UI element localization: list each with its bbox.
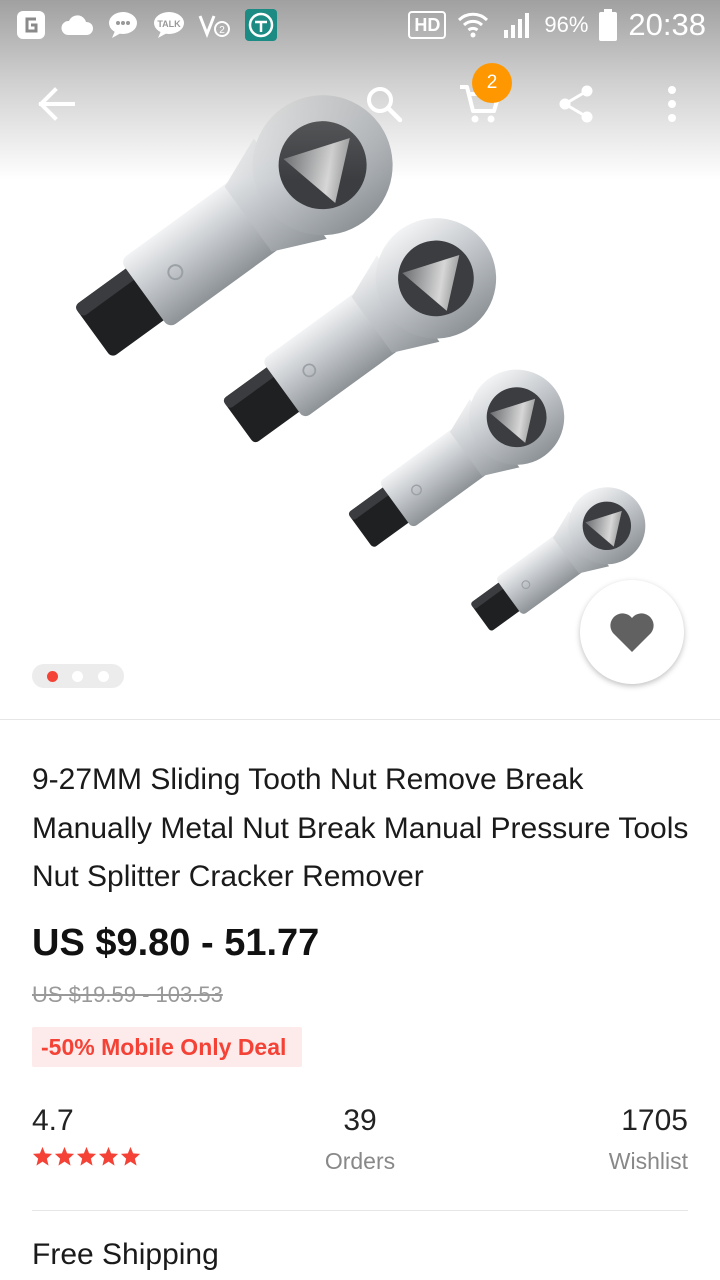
- battery-percent: 96%: [544, 12, 589, 37]
- hd-badge: HD: [408, 11, 447, 39]
- status-bar: TALK 2 HD 96% 20:38: [0, 0, 720, 50]
- share-icon: [559, 85, 593, 123]
- carousel-dot[interactable]: [97, 670, 109, 682]
- orders-count: 39: [343, 1104, 377, 1137]
- cart-count-badge: 2: [472, 63, 512, 103]
- arrow-left-icon: [38, 87, 75, 121]
- more-vert-icon: [668, 86, 676, 122]
- search-button[interactable]: [356, 76, 412, 132]
- heart-icon: [610, 613, 654, 652]
- wifi-icon: [456, 10, 490, 40]
- carousel-dot[interactable]: [47, 670, 59, 682]
- signal-icon: [500, 10, 534, 40]
- wishlist-block[interactable]: 1705 Wishlist: [609, 1104, 688, 1175]
- cloud-icon: [60, 10, 94, 40]
- notification-icons: TALK 2: [14, 9, 278, 41]
- battery-icon: [598, 9, 618, 41]
- action-bar: [0, 62, 720, 146]
- shipping-label[interactable]: Free Shipping: [32, 1238, 219, 1272]
- app-icon: [244, 9, 278, 41]
- product-title: 9-27MM Sliding Tooth Nut Remove Break Ma…: [32, 763, 689, 893]
- carousel-dot[interactable]: [72, 670, 84, 682]
- volte-icon: 2: [198, 10, 232, 40]
- talk-icon: TALK: [152, 10, 186, 40]
- divider: [32, 1210, 688, 1211]
- product-price: US $9.80 - 51.77: [32, 922, 320, 964]
- back-button[interactable]: [28, 76, 84, 132]
- deal-badge: -50% Mobile Only Deal: [32, 1027, 303, 1067]
- original-price: US $19.59 - 103.53: [32, 982, 223, 1007]
- orders-block[interactable]: 39 Orders: [32, 1104, 688, 1175]
- wishlist-count: 1705: [621, 1104, 688, 1137]
- more-options-button[interactable]: [644, 76, 700, 132]
- clock: 20:38: [628, 7, 706, 42]
- product-stats: 4.7 39 Orders 1705 Wishlist: [32, 1104, 688, 1184]
- add-to-wishlist-button[interactable]: [580, 580, 684, 684]
- carousel-indicator: [32, 664, 124, 688]
- svg-text:2: 2: [219, 25, 225, 36]
- share-button[interactable]: [548, 76, 604, 132]
- svg-text:TALK: TALK: [157, 19, 181, 29]
- chat-icon: [106, 10, 140, 40]
- search-icon: [367, 87, 403, 123]
- divider: [0, 719, 720, 720]
- orders-label: Orders: [324, 1148, 396, 1174]
- g-app-icon: [14, 10, 48, 40]
- system-icons: HD 96% 20:38: [408, 7, 706, 43]
- wishlist-label: Wishlist: [608, 1148, 688, 1174]
